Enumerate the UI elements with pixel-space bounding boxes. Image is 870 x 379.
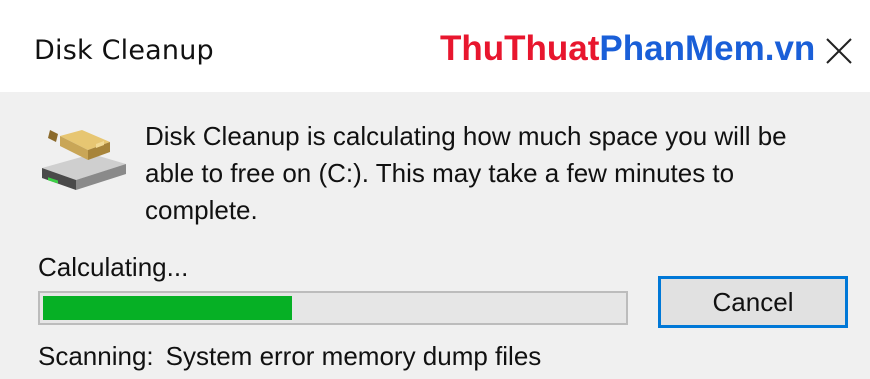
cancel-button[interactable]: Cancel	[658, 276, 848, 328]
message-line: able to free on (C:). This may take a fe…	[145, 158, 735, 188]
watermark-part1: ThuThuat	[440, 29, 600, 68]
watermark-part2: PhanMem.vn	[599, 29, 816, 68]
calculation-message: Disk Cleanup is calculating how much spa…	[145, 118, 845, 229]
message-line: Disk Cleanup is calculating how much spa…	[145, 121, 787, 151]
scanning-prefix: Scanning:	[38, 341, 154, 371]
close-button[interactable]	[818, 30, 858, 70]
progress-bar	[38, 291, 628, 325]
close-icon	[826, 38, 852, 64]
disk-cleanup-icon	[42, 130, 126, 190]
watermark-logo: ThuThuatPhanMem.vn	[440, 29, 815, 69]
progress-status-label: Calculating...	[38, 252, 189, 282]
scanning-status: Scanning: System error memory dump files	[38, 341, 541, 372]
title-bar[interactable]: Disk Cleanup ThuThuatPhanMem.vn	[0, 0, 870, 92]
disk-cleanup-dialog: Disk Cleanup ThuThuatPhanMem.vn Disk Cle…	[0, 0, 870, 379]
window-title: Disk Cleanup	[34, 35, 214, 66]
progress-fill	[43, 296, 292, 320]
message-line: complete.	[145, 195, 258, 225]
scanning-item: System error memory dump files	[165, 341, 542, 371]
